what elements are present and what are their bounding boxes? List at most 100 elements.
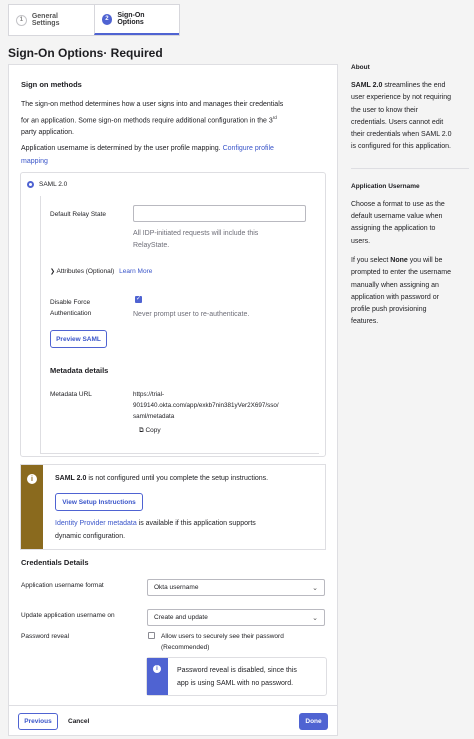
- callout-title: SAML 2.0 is not configured until you com…: [55, 473, 268, 486]
- about-text: SAML 2.0 streamlines the end user experi…: [351, 80, 469, 154]
- url-line: 9019140.okta.com/app/exkb7nin381yVer2X69…: [133, 402, 279, 409]
- description-text: for an application. Some sign-on methods…: [21, 116, 273, 124]
- credentials-title: Credentials Details: [21, 558, 89, 567]
- info-line: app is using SAML with no password.: [177, 679, 294, 687]
- about-line: is configured for this application.: [351, 143, 451, 151]
- configure-profile-mapping-link[interactable]: Configure profile: [223, 145, 274, 152]
- about-title: About: [351, 64, 370, 71]
- preview-saml-button[interactable]: Preview SAML: [50, 330, 107, 348]
- callout-text: Identity Provider metadata is available …: [55, 518, 315, 543]
- metadata-details-title: Metadata details: [50, 366, 109, 375]
- username-mapping-text: Application username is determined by th…: [21, 143, 321, 168]
- callout-title-rest: is not configured until you complete the…: [86, 475, 269, 482]
- password-reveal-checkbox[interactable]: [148, 632, 155, 639]
- info-icon: i: [27, 474, 37, 484]
- relay-state-label: Default Relay State: [50, 211, 107, 218]
- saml-radio[interactable]: [27, 181, 34, 188]
- divider: [351, 167, 469, 169]
- about-line: streamlines the end: [382, 82, 446, 89]
- tab-sign-on-options[interactable]: 2 Sign-On Options: [93, 5, 179, 35]
- wizard-tabs: 1 General Settings 2 Sign-On Options: [8, 4, 180, 36]
- password-reveal-label: Password reveal: [21, 633, 70, 640]
- reveal-line: Allow users to securely see their passwo…: [161, 633, 284, 640]
- relay-state-help: All IDP-initiated requests will include …: [133, 228, 258, 252]
- callout-text-line: dynamic configuration.: [55, 532, 126, 540]
- learn-more-link[interactable]: Learn More: [119, 268, 152, 275]
- update-username-select[interactable]: Create and update ⌄: [147, 609, 325, 626]
- help-line: Choose a format to use as the: [351, 200, 445, 208]
- username-help-text: Choose a format to use as the default us…: [351, 199, 469, 248]
- password-reveal-info-text: Password reveal is disabled, since this …: [177, 665, 297, 690]
- superscript: rd: [272, 114, 277, 120]
- metadata-url-value: https://trial- 9019140.okta.com/app/exkb…: [133, 389, 279, 422]
- view-setup-instructions-button[interactable]: View Setup Instructions: [55, 493, 143, 511]
- help-line: users.: [351, 237, 371, 245]
- metadata-url-label: Metadata URL: [50, 391, 92, 398]
- select-value: Create and update: [154, 614, 208, 621]
- help-line: profile push provisioning: [351, 306, 427, 314]
- chevron-down-icon: ⌄: [312, 615, 318, 622]
- username-format-select[interactable]: Okta username ⌄: [147, 579, 325, 596]
- about-line: credentials. Users cannot edit: [351, 118, 444, 126]
- help-line: application with password or: [351, 293, 439, 301]
- description-line: The sign-on method determines how a user…: [21, 101, 284, 108]
- help-text: you will be: [407, 256, 443, 264]
- password-reveal-text: Allow users to securely see their passwo…: [161, 631, 284, 653]
- sign-on-description: The sign-on method determines how a user…: [21, 99, 321, 140]
- force-auth-checkbox[interactable]: ✓: [135, 296, 142, 303]
- url-line: saml/metadata: [133, 413, 175, 420]
- sign-on-methods-title: Sign on methods: [21, 80, 82, 89]
- tab-general-settings[interactable]: 1 General Settings: [9, 5, 94, 35]
- copy-label: Copy: [145, 427, 161, 434]
- saml-radio-label: SAML 2.0: [39, 181, 68, 188]
- help-line: assigning the application to: [351, 225, 436, 233]
- select-value: Okta username: [154, 584, 199, 591]
- help-text: If you select: [351, 256, 391, 264]
- page-title: Sign-On Options· Required: [8, 46, 163, 60]
- help-line: features.: [351, 318, 379, 326]
- previous-button[interactable]: Previous: [18, 713, 58, 730]
- attributes-toggle[interactable]: ❯ Attributes (Optional) Learn More: [50, 266, 152, 278]
- cancel-button[interactable]: Cancel: [68, 716, 89, 727]
- callout-text-rest: is available if this application support…: [136, 520, 256, 527]
- configure-profile-mapping-link-cont[interactable]: mapping: [21, 158, 48, 165]
- url-line: https://trial-: [133, 391, 165, 398]
- about-line: the user to know their: [351, 106, 418, 114]
- description-line: for an application. Some sign-on methods…: [21, 112, 321, 128]
- relay-state-input[interactable]: [133, 205, 306, 222]
- tab-step-number: 2: [101, 13, 113, 25]
- tab-label: General Settings: [31, 13, 60, 27]
- help-line: manually when assigning an: [351, 281, 439, 289]
- attributes-label: Attributes (Optional): [56, 268, 115, 275]
- about-line: user experience by not requiring: [351, 94, 452, 102]
- about-bold: SAML 2.0: [351, 82, 383, 89]
- info-line: Password reveal is disabled, since this: [177, 667, 297, 674]
- username-help-title: Application Username: [351, 182, 420, 190]
- help-bold: None: [390, 256, 408, 264]
- info-icon: i: [153, 665, 161, 673]
- about-line: their credentials when SAML 2.0: [351, 131, 452, 139]
- about-sidebar: About SAML 2.0 streamlines the end user …: [351, 64, 469, 329]
- description-line: party application.: [21, 129, 74, 137]
- update-username-label: Update application username on: [21, 612, 115, 619]
- idp-metadata-link[interactable]: Identity Provider metadata: [55, 520, 137, 527]
- help-line: All IDP-initiated requests will include …: [133, 230, 259, 237]
- done-button[interactable]: Done: [299, 713, 328, 730]
- force-auth-label: Disable Force Authentication: [50, 297, 91, 319]
- copy-icon: ⧉: [139, 427, 144, 434]
- info-bar: i: [147, 658, 168, 695]
- tab-label: Sign-On Options: [117, 12, 145, 26]
- chevron-down-icon: ⌄: [312, 585, 318, 592]
- callout-title-bold: SAML 2.0: [55, 475, 87, 482]
- username-mapping-label: Application username is determined by th…: [21, 145, 221, 152]
- copy-button[interactable]: ⧉ Copy: [139, 425, 161, 436]
- help-line: RelayState.: [133, 242, 170, 249]
- callout-bar: i: [21, 465, 43, 549]
- force-auth-help: Never prompt user to re-authenticate.: [133, 311, 250, 318]
- label-line: Authentication: [50, 310, 92, 317]
- chevron-right-icon: ❯: [50, 269, 56, 275]
- tab-step-number: 1: [16, 14, 27, 26]
- username-format-label: Application username format: [21, 582, 104, 589]
- help-line: default username value when: [351, 213, 443, 221]
- none-help-text: If you select None you will be prompted …: [351, 255, 469, 329]
